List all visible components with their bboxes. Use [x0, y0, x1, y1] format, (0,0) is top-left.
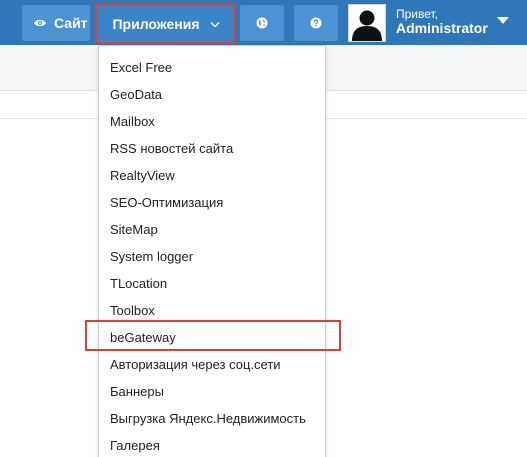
question-icon: [310, 17, 322, 29]
menu-item-sitemap[interactable]: SiteMap: [99, 216, 325, 243]
menu-item-seo[interactable]: SEO-Оптимизация: [99, 189, 325, 216]
avatar: [348, 3, 386, 42]
menu-item-rss[interactable]: RSS новостей сайта: [99, 135, 325, 162]
menu-item-yandex-export[interactable]: Выгрузка Яндекс.Недвижимость: [99, 405, 325, 432]
caret-down-icon: [497, 17, 509, 24]
help-button[interactable]: [294, 5, 338, 41]
page: Сайт Приложения Привет, Administrator Ex…: [0, 0, 527, 457]
menu-item-begateway[interactable]: beGateway: [99, 324, 325, 351]
menu-item-excel-free[interactable]: Excel Free: [99, 54, 325, 81]
site-button-label: Сайт: [54, 15, 88, 31]
menu-item-geodata[interactable]: GeoData: [99, 81, 325, 108]
user-silhouette-icon: [352, 10, 382, 41]
eye-icon: [34, 20, 46, 26]
user-menu[interactable]: Привет, Administrator: [342, 0, 527, 45]
apps-menu-list: Excel Free GeoData Mailbox RSS новостей …: [99, 54, 325, 457]
menu-item-banners[interactable]: Баннеры: [99, 378, 325, 405]
menu-item-tlocation[interactable]: TLocation: [99, 270, 325, 297]
menu-item-realtyview[interactable]: RealtyView: [99, 162, 325, 189]
apps-button[interactable]: Приложения: [95, 4, 235, 44]
language-button[interactable]: [240, 5, 284, 41]
username-text: Administrator: [396, 20, 488, 37]
menu-item-system-logger[interactable]: System logger: [99, 243, 325, 270]
menu-item-social-auth[interactable]: Авторизация через соц.сети: [99, 351, 325, 378]
user-greeting-block: Привет, Administrator: [396, 8, 488, 37]
apps-dropdown-menu: Excel Free GeoData Mailbox RSS новостей …: [98, 45, 326, 457]
site-button[interactable]: Сайт: [22, 5, 90, 41]
top-navbar: Сайт Приложения Привет, Administrator: [0, 0, 527, 45]
menu-item-gallery[interactable]: Галерея: [99, 432, 325, 457]
menu-item-toolbox[interactable]: Toolbox: [99, 297, 325, 324]
globe-icon: [256, 17, 268, 29]
menu-item-mailbox[interactable]: Mailbox: [99, 108, 325, 135]
apps-button-label: Приложения: [112, 16, 200, 32]
chevron-down-icon: [210, 21, 220, 27]
